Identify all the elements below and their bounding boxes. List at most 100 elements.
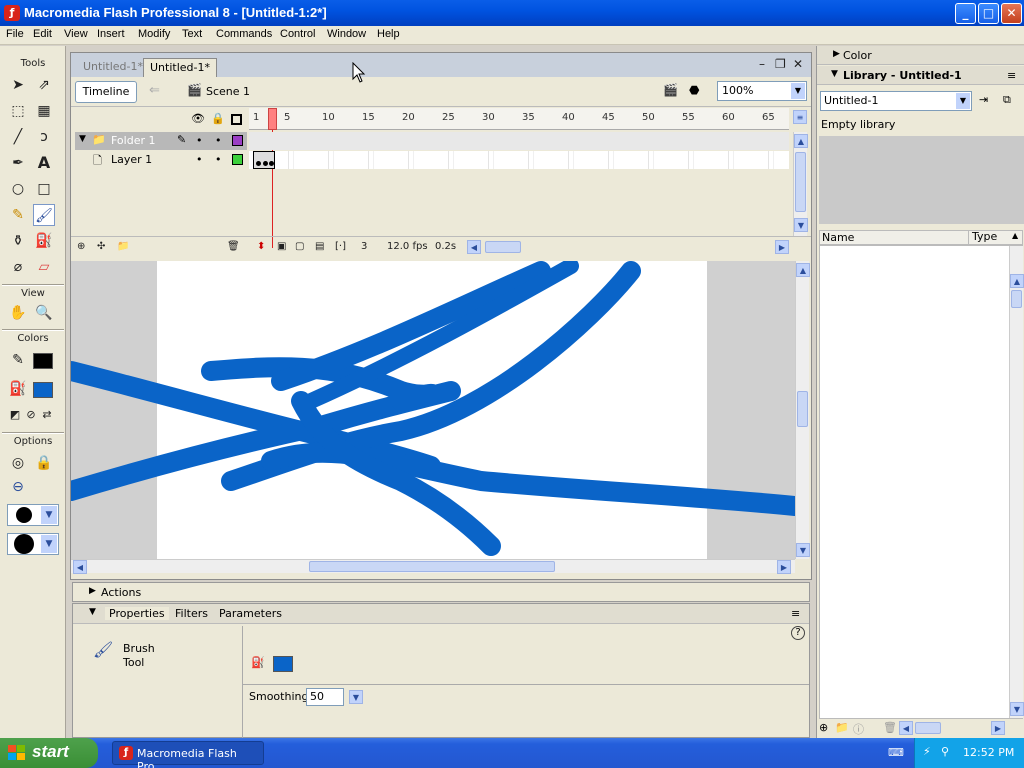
scroll-up-icon[interactable]: ▲: [796, 263, 810, 277]
scroll-up-icon[interactable]: ▲: [1010, 274, 1024, 288]
pen-tool-icon[interactable]: ✒: [7, 152, 29, 174]
scroll-left-icon[interactable]: ◀: [899, 721, 913, 735]
collapse-arrow-icon[interactable]: ▼: [89, 607, 96, 617]
library-vscroll[interactable]: ▲ ▼: [1009, 246, 1024, 718]
timeline-button[interactable]: Timeline: [75, 81, 137, 103]
brush-shape-dropdown[interactable]: ▼: [7, 533, 59, 555]
scroll-thumb[interactable]: [797, 391, 808, 427]
outline-icon[interactable]: [231, 114, 242, 125]
tab-parameters[interactable]: Parameters: [219, 607, 282, 620]
onion-skin-icon[interactable]: ▣: [277, 241, 286, 252]
eraser-icon[interactable]: ▱: [33, 256, 55, 278]
layer-row-layer1[interactable]: 🗋 Layer 1 • •: [75, 151, 247, 169]
stage-hscroll[interactable]: ◀ ▶: [71, 559, 795, 574]
layer-color-swatch[interactable]: [232, 154, 243, 165]
pin-library-icon[interactable]: ⇥: [979, 93, 988, 106]
minimize-button[interactable]: _: [955, 3, 976, 24]
scroll-left-icon[interactable]: ◀: [467, 240, 481, 254]
new-library-panel-icon[interactable]: ⧉: [1003, 93, 1011, 107]
timeline-menu-icon[interactable]: ≡: [793, 110, 807, 124]
fill-color-swatch[interactable]: [273, 656, 293, 672]
scene-label[interactable]: Scene 1: [206, 85, 250, 98]
keyframe[interactable]: [269, 161, 274, 166]
scroll-down-icon[interactable]: ▼: [794, 218, 808, 232]
object-drawing-icon[interactable]: ◎: [7, 452, 29, 474]
menu-edit[interactable]: Edit: [33, 28, 52, 40]
insert-folder-icon[interactable]: 📁: [117, 241, 129, 252]
keyframe-group[interactable]: [253, 151, 275, 169]
eye-icon[interactable]: 👁: [191, 112, 205, 125]
delete-icon[interactable]: 🗑: [883, 721, 897, 734]
tab-properties[interactable]: Properties: [105, 607, 169, 620]
keyframe[interactable]: [263, 161, 268, 166]
keyboard-icon[interactable]: ⌨: [888, 746, 904, 759]
selection-arrow-icon[interactable]: ➤: [7, 74, 29, 96]
modify-markers-icon[interactable]: [·]: [335, 241, 346, 252]
search-icon[interactable]: ⚲: [941, 745, 949, 758]
properties-icon[interactable]: ⓘ: [853, 721, 864, 737]
lock-dot-icon[interactable]: •: [215, 134, 222, 147]
fill-color-swatch[interactable]: [33, 382, 53, 398]
stage-area[interactable]: [71, 261, 795, 559]
playhead[interactable]: [268, 108, 277, 130]
scroll-right-icon[interactable]: ▶: [777, 560, 791, 574]
edit-symbols-icon[interactable]: ⬣: [689, 83, 699, 97]
library-list[interactable]: ▲ ▼: [819, 245, 1024, 719]
new-folder-icon[interactable]: 📁: [835, 721, 849, 734]
free-transform-icon[interactable]: ⬚: [7, 100, 29, 122]
scroll-down-icon[interactable]: ▼: [796, 543, 810, 557]
brush-mode-icon[interactable]: ⊖: [7, 476, 29, 498]
insert-layer-icon[interactable]: ⊕: [77, 241, 85, 252]
scroll-thumb[interactable]: [795, 152, 806, 212]
eyedropper-icon[interactable]: ⌀: [7, 256, 29, 278]
sort-icon[interactable]: ▲: [1012, 231, 1018, 240]
doc-tab-1[interactable]: Untitled-1*: [77, 58, 149, 77]
center-frame-icon[interactable]: ⬍: [257, 241, 265, 252]
pencil-icon[interactable]: ✎: [7, 204, 29, 226]
doc-tab-2[interactable]: Untitled-1*: [143, 58, 217, 77]
brush-icon[interactable]: 🖌: [33, 204, 55, 226]
frame-ruler[interactable]: 1 5 10 15 20 25 30 35 40 45 50 55 60 65: [249, 108, 789, 130]
scroll-down-icon[interactable]: ▼: [1010, 702, 1024, 716]
collapse-arrow-icon[interactable]: ▼: [831, 69, 838, 79]
panel-menu-icon[interactable]: ≡: [791, 607, 800, 620]
actions-panel-header[interactable]: ▶ Actions: [72, 582, 810, 602]
start-button[interactable]: start: [0, 738, 98, 768]
menu-modify[interactable]: Modify: [138, 28, 170, 40]
menu-file[interactable]: File: [6, 28, 24, 40]
new-symbol-icon[interactable]: ⊕: [819, 721, 828, 734]
maximize-button[interactable]: □: [978, 3, 999, 24]
smoothing-input[interactable]: 50: [306, 688, 344, 706]
zoom-select[interactable]: 100% ▼: [717, 81, 807, 101]
menu-window[interactable]: Window: [327, 28, 366, 40]
menu-view[interactable]: View: [64, 28, 88, 40]
lock-icon[interactable]: 🔒: [211, 112, 225, 125]
layer-frames[interactable]: [249, 151, 789, 169]
timeline-hscroll-thumb[interactable]: [485, 241, 521, 253]
menu-commands[interactable]: Commands: [216, 28, 272, 40]
lasso-icon[interactable]: ↄ: [33, 126, 55, 148]
layer-color-swatch[interactable]: [232, 135, 243, 146]
visible-dot-icon[interactable]: •: [196, 153, 203, 166]
brush-size-dropdown[interactable]: ▼: [7, 504, 59, 526]
trash-icon[interactable]: 🗑: [227, 241, 240, 252]
smoothing-dropdown-icon[interactable]: ▼: [349, 690, 363, 704]
doc-restore-icon[interactable]: ❐: [775, 57, 786, 71]
doc-minimize-icon[interactable]: –: [759, 57, 765, 71]
hand-icon[interactable]: ✋: [7, 302, 29, 324]
keyframe[interactable]: [256, 161, 261, 166]
tab-filters[interactable]: Filters: [175, 607, 208, 620]
gradient-transform-icon[interactable]: ▦: [33, 100, 55, 122]
visible-dot-icon[interactable]: •: [196, 134, 203, 147]
timeline-vscroll[interactable]: ▲ ▼: [793, 132, 808, 236]
library-select[interactable]: Untitled-1 ▼: [820, 91, 972, 111]
folder-expand-icon[interactable]: ▼: [79, 134, 86, 144]
ink-bottle-icon[interactable]: ⚱: [7, 230, 29, 252]
scroll-left-icon[interactable]: ◀: [73, 560, 87, 574]
stage-vscroll[interactable]: ▲ ▼: [795, 261, 810, 559]
color-panel-header[interactable]: ▶ Color: [817, 46, 1024, 65]
edit-scene-icon[interactable]: 🎬: [663, 83, 678, 97]
rectangle-tool-icon[interactable]: □: [33, 178, 55, 200]
scroll-thumb[interactable]: [309, 561, 555, 572]
column-name[interactable]: Name: [822, 231, 854, 244]
